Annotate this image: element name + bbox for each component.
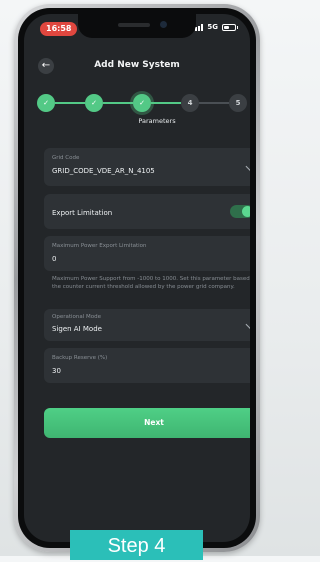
grid-code-value: GRID_CODE_VDE_AR_N_4105 [52,167,155,175]
stepper: 1 ✓ 2 ✓ 3 ✓ 4 5 Parameters [24,94,250,134]
status-time: 16:58 [40,22,78,36]
status-indicators: 5G [192,23,238,31]
chevron-down-icon [245,161,250,172]
step-number: 4 [187,99,193,107]
max-export-label: Maximum Power Export Limitation [52,243,147,249]
backup-reserve-value: 30 [52,367,61,375]
phone-frame: 16:58 5G ← Add New System ✓ ✓ ✓ 4 5 Para… [14,4,260,552]
check-icon: ✓ [139,99,145,107]
export-limitation-label: Export Limitation [52,209,113,217]
operational-mode-label: Operational Mode [52,314,102,320]
step-connector [151,102,181,104]
check-icon: ✓ [43,99,49,107]
check-icon: ✓ [91,99,97,107]
step-2: 2 ✓ [85,94,103,112]
max-export-input[interactable]: Maximum Power Export Limitation 0 [44,236,250,271]
network-type: 5G [207,23,218,31]
grid-code-label: Grid Code [52,155,80,161]
backup-reserve-input[interactable]: Backup Reserve (%) 30 [44,348,250,383]
step-3: 3 ✓ [133,94,151,112]
max-export-value: 0 [52,255,57,263]
grid-code-select[interactable]: Grid Code GRID_CODE_VDE_AR_N_4105 [44,148,250,186]
step-connector [199,102,229,104]
next-button[interactable]: Next [44,408,250,438]
battery-icon [222,23,238,31]
step-4: 4 [181,94,199,112]
app-screen: 16:58 5G ← Add New System ✓ ✓ ✓ 4 5 Para… [24,14,250,542]
step-connector [55,102,85,104]
camera-icon [160,21,167,28]
page-title: Add New System [94,60,180,70]
toggle-knob [242,206,250,217]
chevron-down-icon [245,319,250,330]
backup-reserve-label: Backup Reserve (%) [52,355,108,361]
step-5: 5 [229,94,247,112]
step-1: 1 ✓ [37,94,55,112]
step-label: Parameters [138,117,176,125]
operational-mode-select[interactable]: Operational Mode Sigen AI Mode [44,309,250,341]
step-number: 5 [235,99,241,107]
max-export-help: Maximum Power Support from -1000 to 1000… [52,276,250,290]
phone-bezel: 16:58 5G ← Add New System ✓ ✓ ✓ 4 5 Para… [18,8,256,548]
speaker [118,23,150,27]
operational-mode-value: Sigen AI Mode [52,325,102,333]
export-limitation-row: Export Limitation [44,194,250,229]
header: ← Add New System [24,54,250,78]
step-connector [103,102,133,104]
export-limitation-toggle[interactable] [230,205,250,218]
notch [78,14,196,38]
